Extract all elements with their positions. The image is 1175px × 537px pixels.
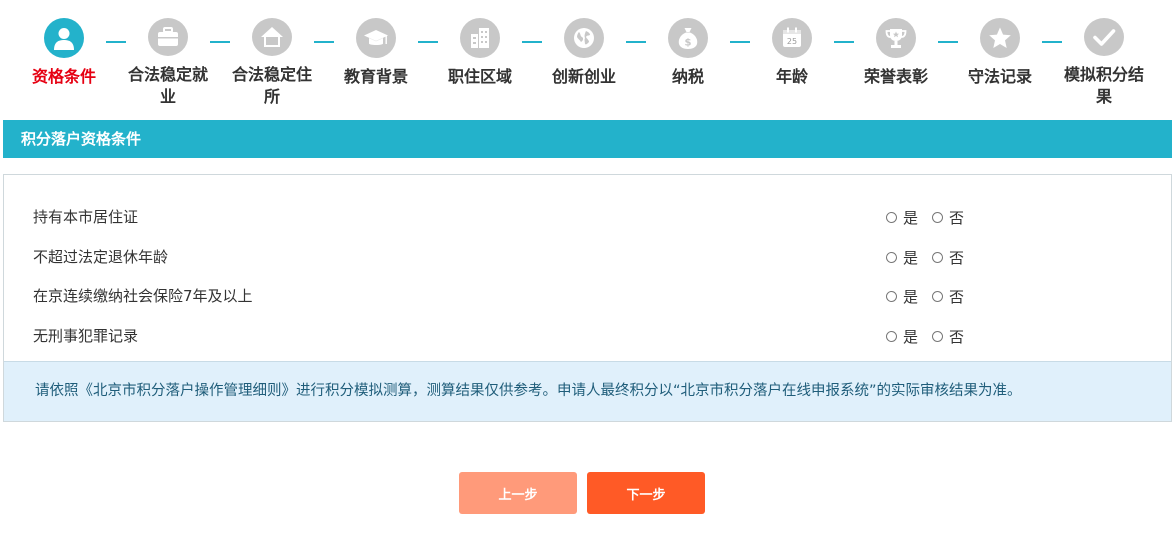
globe-icon [564,18,604,58]
step-label: 合法稳定住所 [231,65,312,106]
step-legal-record[interactable]: 守法记录 [948,16,1062,108]
question-row-social-insurance: 在京连续缴纳社会保险7年及以上 是 否 [4,276,1171,316]
question-row-retirement-age: 不超过法定退休年龄 是 否 [4,237,1171,277]
step-label: 创新创业 [551,67,616,86]
disclaimer-notice: 请依照《北京市积分落户操作管理细则》进行积分模拟测算，测算结果仅供参考。申请人最… [4,361,1171,421]
radio-no[interactable]: 否 [932,326,964,347]
radio-group: 是 否 [886,207,978,228]
radio-label: 是 [903,209,919,227]
calendar-day: 25 [787,37,797,46]
question-list: 持有本市居住证 是 否 不超过法定退休年龄 是 否 在京连续缴纳社会保险7年及以… [4,197,1171,355]
radio-group: 是 否 [886,326,978,347]
radio-label: 是 [903,288,919,306]
radio-label: 否 [949,209,965,227]
previous-step-button[interactable]: 上一步 [459,472,577,514]
radio-button[interactable] [932,291,944,302]
money-symbol: $ [685,38,692,49]
radio-yes[interactable]: 是 [886,286,918,307]
step-label: 合法稳定就业 [127,65,208,106]
person-icon [44,18,84,58]
radio-no[interactable]: 否 [932,247,964,268]
step-label: 年龄 [775,67,808,86]
step-label: 守法记录 [967,67,1032,86]
checkmark-icon [1084,18,1124,56]
step-label: 荣誉表彰 [863,67,928,86]
step-education[interactable]: 教育背景 [324,16,438,108]
next-step-button[interactable]: 下一步 [587,472,705,514]
radio-button[interactable] [932,212,944,223]
step-label: 教育背景 [343,67,408,86]
radio-button[interactable] [886,291,897,302]
radio-group: 是 否 [886,286,978,307]
step-result[interactable]: 模拟积分结果 [1052,16,1156,108]
step-label: 纳税 [671,67,704,86]
radio-yes[interactable]: 是 [886,207,918,228]
radio-no[interactable]: 否 [932,286,964,307]
radio-label: 否 [949,327,965,346]
radio-button[interactable] [886,251,897,263]
radio-button[interactable] [886,330,897,342]
question-row-residence-permit: 持有本市居住证 是 否 [4,197,1171,237]
question-text: 持有本市居住证 [33,208,139,226]
step-innovation[interactable]: 创新创业 [532,16,646,108]
radio-yes[interactable]: 是 [886,326,918,347]
star-icon [980,18,1020,58]
radio-no[interactable]: 否 [932,207,964,228]
step-label: 模拟积分结果 [1063,65,1144,106]
step-qualification[interactable]: 资格条件 [12,16,126,108]
money-bag-icon: $ [668,18,708,58]
trophy-icon [876,18,916,58]
graduation-cap-icon [356,18,396,58]
buildings-icon [460,18,500,58]
step-age[interactable]: 25 年龄 [740,16,854,108]
radio-button[interactable] [932,330,944,342]
radio-label: 是 [903,327,919,346]
step-residence[interactable]: 合法稳定住所 [220,16,334,108]
question-text: 不超过法定退休年龄 [33,247,169,266]
briefcase-icon [148,18,188,56]
question-row-criminal-record: 无刑事犯罪记录 是 否 [4,316,1171,356]
question-text: 无刑事犯罪记录 [33,326,139,345]
step-honors[interactable]: 荣誉表彰 [844,16,958,108]
radio-button[interactable] [932,251,944,263]
step-tax[interactable]: $ 纳税 [636,16,750,108]
radio-label: 是 [903,248,919,267]
house-icon [252,18,292,56]
progress-stepper: 资格条件 合法稳定就业 合法稳定住所 教育背景 职住区域 创新创业 $ 纳税 2… [12,16,1160,108]
radio-label: 否 [949,288,965,306]
step-employment[interactable]: 合法稳定就业 [116,16,230,108]
radio-group: 是 否 [886,247,978,268]
radio-label: 否 [949,248,965,267]
radio-button[interactable] [886,212,897,223]
step-label: 资格条件 [31,67,96,86]
qualification-panel: 持有本市居住证 是 否 不超过法定退休年龄 是 否 在京连续缴纳社会保险7年及以… [3,174,1172,422]
question-text: 在京连续缴纳社会保险7年及以上 [33,287,253,305]
step-work-area[interactable]: 职住区域 [428,16,542,108]
step-label: 职住区域 [447,67,512,86]
calendar-icon: 25 [772,18,812,58]
section-title: 积分落户资格条件 [3,120,1172,158]
radio-yes[interactable]: 是 [886,247,918,268]
